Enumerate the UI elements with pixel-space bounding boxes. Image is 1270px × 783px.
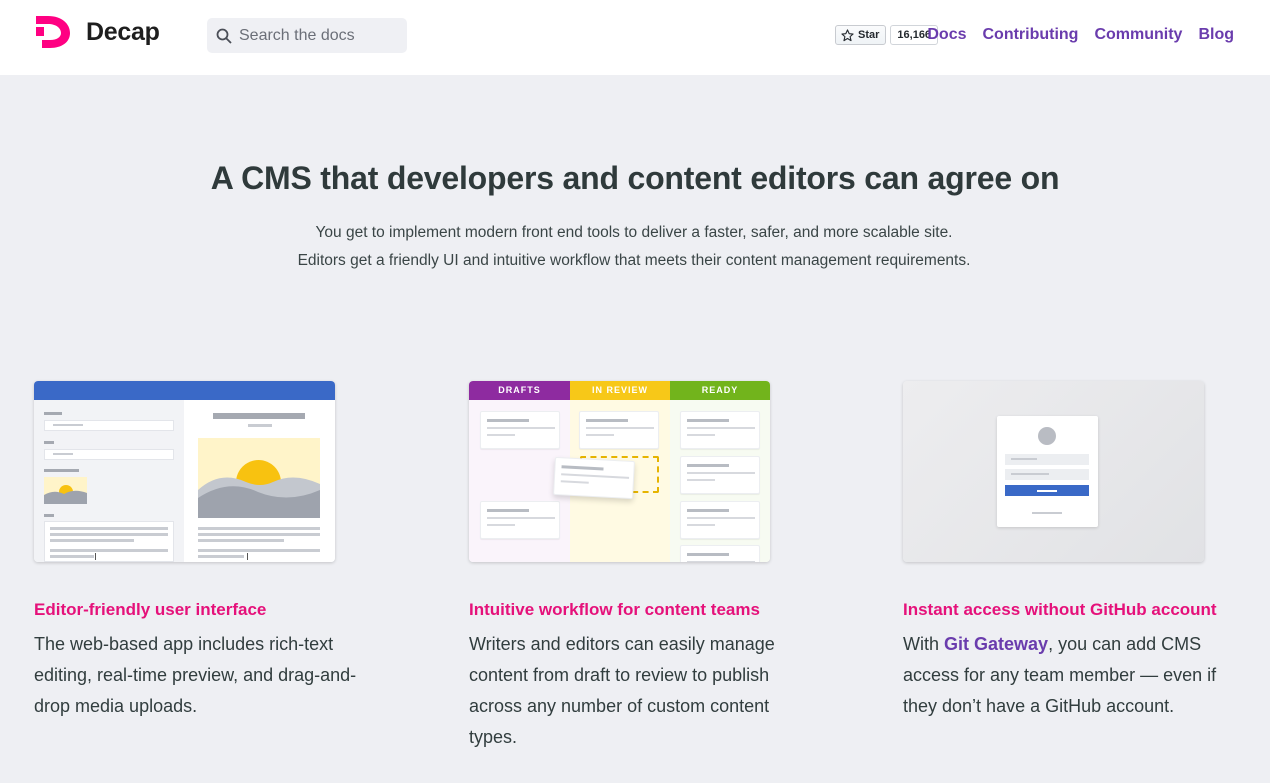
hero-title: A CMS that developers and content editor… — [210, 160, 1060, 196]
hero-subtitle-line-1: You get to implement modern front end to… — [315, 224, 953, 241]
feature-description: The web-based app includes rich-text edi… — [34, 634, 357, 716]
dragged-card — [553, 456, 635, 500]
site-header: Decap Star 16,166 Docs Contributing Comm… — [0, 0, 1270, 75]
search-input[interactable] — [239, 26, 399, 45]
github-star-button[interactable]: Star — [835, 25, 887, 45]
feature-title: Editor-friendly user interface — [34, 600, 267, 619]
column-header-drafts: DRAFTS — [469, 381, 570, 400]
workflow-column-ready: READY — [670, 381, 770, 562]
feature-title: Intuitive workflow for content teams — [469, 600, 760, 619]
brand-name: Decap — [86, 17, 160, 46]
star-icon — [841, 28, 854, 41]
preview-image — [198, 438, 320, 518]
feature-workflow: DRAFTS IN REVIEW READY Intuitive workflo… — [469, 381, 809, 753]
nav-contributing[interactable]: Contributing — [982, 26, 1078, 44]
editor-form-pane — [34, 400, 184, 562]
github-star-label: Star — [858, 29, 880, 41]
search-icon — [216, 28, 232, 44]
editor-preview-pane — [184, 400, 335, 562]
login-card — [997, 416, 1098, 527]
search-box[interactable] — [207, 18, 407, 53]
workflow-illustration: DRAFTS IN REVIEW READY — [469, 381, 770, 562]
editor-ui-illustration — [34, 381, 335, 562]
nav-blog[interactable]: Blog — [1198, 26, 1234, 44]
feature-description: Writers and editors can easily manage co… — [469, 634, 775, 747]
decap-logo-link[interactable]: Decap — [34, 14, 160, 50]
nav-community[interactable]: Community — [1094, 26, 1182, 44]
feature-description: With Git Gateway, you can add CMS access… — [903, 634, 1217, 716]
main-nav: Docs Contributing Community Blog — [911, 26, 1234, 44]
git-gateway-link[interactable]: Git Gateway — [944, 634, 1048, 654]
column-header-in-review: IN REVIEW — [570, 381, 670, 400]
avatar — [1038, 427, 1056, 445]
feature-git-gateway: Instant access without GitHub account Wi… — [903, 381, 1243, 722]
hero-subtitle-line-2: Editors get a friendly UI and intuitive … — [297, 252, 971, 269]
editor-topbar — [34, 381, 335, 400]
decap-logo-icon — [36, 16, 70, 48]
feature-title: Instant access without GitHub account — [903, 600, 1217, 619]
feature-editor-ui: Editor-friendly user interface The web-b… — [34, 381, 374, 722]
nav-docs[interactable]: Docs — [927, 26, 966, 44]
hero-subtitle: You get to implement modern front end to… — [0, 219, 1268, 275]
column-header-ready: READY — [670, 381, 770, 400]
login-illustration — [903, 381, 1204, 562]
thumbnail-image — [44, 477, 87, 504]
